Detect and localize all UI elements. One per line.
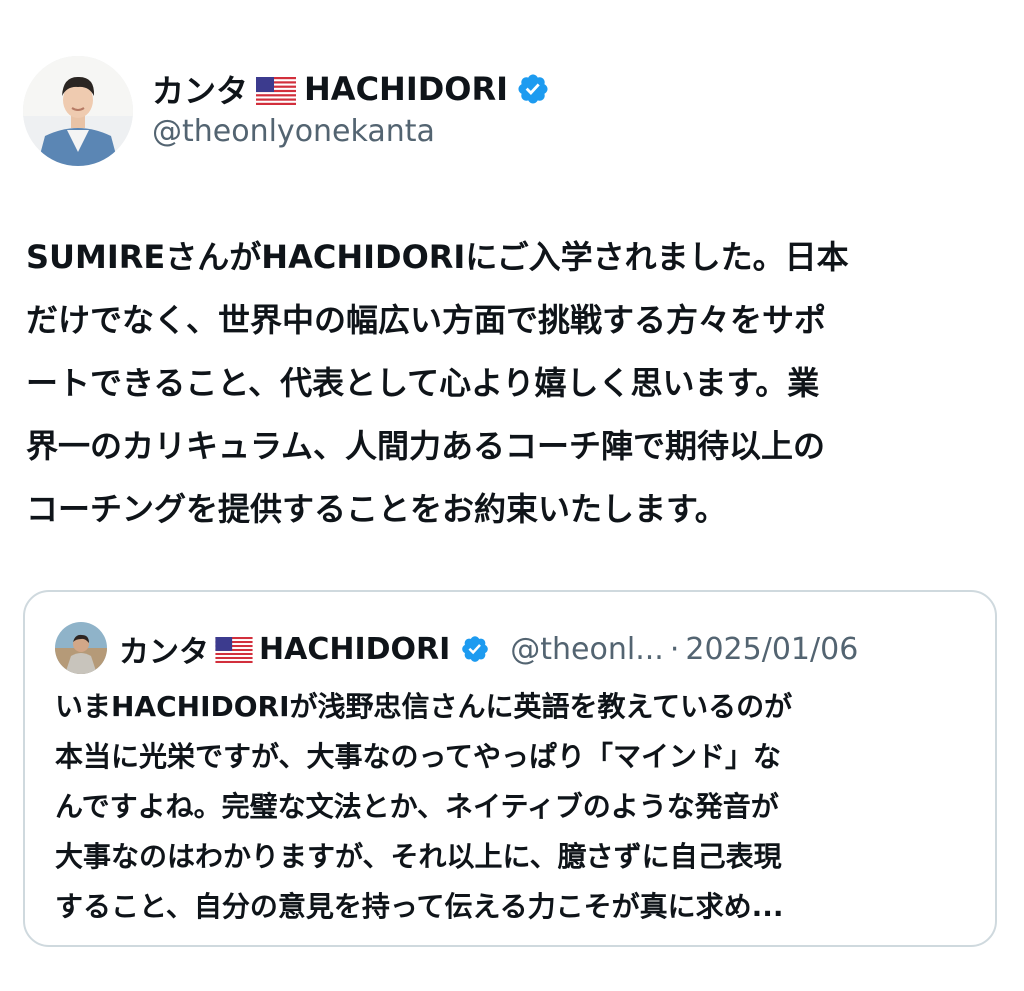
verified-badge-icon[interactable]: [460, 634, 490, 664]
us-flag-icon: [256, 75, 297, 105]
quoted-author-avatar[interactable]: [55, 622, 107, 674]
author-handle[interactable]: @theonlyonekanta: [152, 114, 435, 149]
us-flag-icon: [215, 636, 253, 663]
quoted-post-card[interactable]: カンタ HACHIDORI @theonl... · 2025/01/06 いま…: [23, 590, 997, 947]
author-name-text: カンタ: [152, 72, 249, 110]
author-avatar[interactable]: [23, 56, 133, 166]
post: カンタ HACHIDORI @theonlyonekanta SUMIREさんが…: [0, 0, 1024, 991]
header-separator: ·: [669, 631, 680, 667]
quoted-author-name-text: カンタ: [119, 635, 209, 670]
quoted-author-display-name[interactable]: カンタ HACHIDORI: [119, 627, 490, 671]
quoted-avatar-image: [55, 622, 107, 674]
quoted-author-name-suffix: HACHIDORI: [259, 631, 451, 667]
author-display-name[interactable]: カンタ HACHIDORI: [152, 66, 550, 112]
verified-badge-icon[interactable]: [516, 72, 550, 106]
quoted-author-handle[interactable]: @theonl...: [510, 632, 664, 667]
quoted-post-header: カンタ HACHIDORI @theonl... · 2025/01/06: [119, 627, 858, 671]
quoted-post-date[interactable]: 2025/01/06: [685, 632, 858, 667]
avatar-image: [23, 56, 133, 166]
author-name-suffix: HACHIDORI: [304, 70, 509, 108]
quoted-post-text: いまHACHIDORIが浅野忠信さんに英語を教えているのが 本当に光栄ですが、大…: [55, 690, 793, 923]
post-text: SUMIREさんがHACHIDORIにご入学されました。日本 だけでなく、世界中…: [26, 238, 849, 528]
